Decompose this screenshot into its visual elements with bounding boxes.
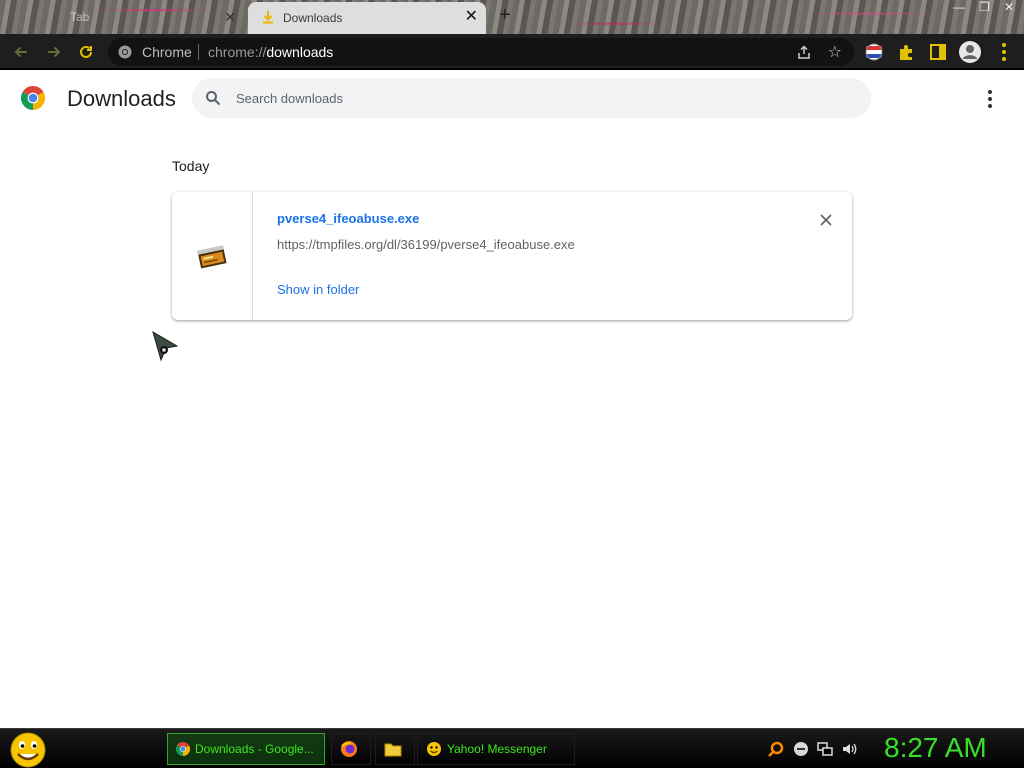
- tab-inactive[interactable]: Tab ✕: [10, 3, 246, 31]
- exe-file-icon: [197, 245, 227, 269]
- downloads-header: Downloads: [0, 70, 1024, 130]
- tab-strip: Tab ✕ Downloads ✕ + — ❐ ✕: [0, 0, 1024, 34]
- yahoo-messenger-icon: [427, 742, 441, 756]
- profile-avatar-icon[interactable]: [958, 40, 982, 64]
- dot-icon: [988, 97, 992, 101]
- address-bar[interactable]: Chrome chrome://downloads ☆: [108, 38, 854, 66]
- extensions-puzzle-icon[interactable]: [896, 42, 916, 62]
- share-icon[interactable]: [796, 44, 812, 60]
- search-tray-icon[interactable]: [768, 741, 784, 757]
- site-chip: Chrome: [142, 44, 192, 60]
- file-source-url: https://tmpfiles.org/dl/36199/pverse4_if…: [277, 237, 575, 252]
- arrow-left-icon: [14, 46, 27, 58]
- tab-close-icon[interactable]: ✕: [465, 8, 478, 26]
- network-tray-icon[interactable]: [817, 741, 833, 757]
- close-window-icon[interactable]: ✕: [1004, 0, 1014, 16]
- window-controls: — ❐ ✕: [953, 0, 1014, 16]
- bookmark-star-icon[interactable]: ☆: [828, 42, 842, 62]
- chrome-icon: [118, 45, 132, 59]
- new-tab-button[interactable]: +: [499, 5, 511, 25]
- firefox-icon: [341, 741, 357, 757]
- page-title: Downloads: [67, 86, 176, 111]
- remove-download-button[interactable]: [816, 210, 836, 230]
- file-name-link[interactable]: pverse4_ifeoabuse.exe: [277, 211, 419, 226]
- taskbar-item-chrome[interactable]: Downloads - Google...: [167, 733, 325, 765]
- download-item-card: pverse4_ifeoabuse.exe https://tmpfiles.o…: [172, 192, 852, 320]
- reload-icon: [80, 45, 92, 58]
- show-in-folder-link[interactable]: Show in folder: [277, 282, 359, 297]
- restore-icon[interactable]: ❐: [979, 0, 990, 16]
- dot-icon: [988, 90, 992, 94]
- tab-downloads[interactable]: Downloads ✕: [248, 2, 486, 34]
- arrow-right-icon: [48, 46, 61, 58]
- search-icon: [206, 91, 221, 106]
- back-button[interactable]: [11, 42, 31, 62]
- status-tray-icon[interactable]: [793, 741, 809, 757]
- taskbar-item-label: Downloads - Google...: [195, 742, 314, 756]
- volume-tray-icon[interactable]: [841, 741, 857, 757]
- minimize-icon[interactable]: —: [953, 0, 965, 16]
- omnibox-divider: [198, 44, 199, 60]
- search-input[interactable]: [236, 87, 836, 109]
- taskbar-item-yahoo-messenger[interactable]: Yahoo! Messenger: [417, 733, 575, 765]
- chrome-logo-icon: [21, 86, 45, 110]
- taskbar-clock[interactable]: 8:27 AM: [884, 732, 987, 764]
- download-icon: [263, 11, 273, 24]
- tab-title: Downloads: [283, 11, 343, 25]
- side-panel-icon[interactable]: [928, 42, 948, 62]
- date-section-label: Today: [172, 158, 210, 174]
- taskbar-item-explorer[interactable]: [375, 733, 415, 765]
- close-icon: [820, 214, 832, 226]
- reload-button[interactable]: [76, 42, 96, 62]
- tab-label: Tab: [70, 10, 90, 24]
- smiley-start-icon[interactable]: [8, 731, 48, 768]
- chrome-icon: [176, 742, 190, 756]
- taskbar-item-firefox[interactable]: [331, 733, 371, 765]
- mouse-cursor-icon: [152, 330, 179, 362]
- dot-icon: [988, 104, 992, 108]
- search-box[interactable]: [192, 78, 871, 118]
- profile-flag-icon[interactable]: [864, 42, 884, 62]
- taskbar: Downloads - Google... Yahoo! Messenger 8…: [0, 728, 1024, 768]
- browser-toolbar: Chrome chrome://downloads ☆: [0, 34, 1024, 70]
- tab-close-icon[interactable]: ✕: [224, 9, 236, 26]
- folder-icon: [384, 743, 402, 757]
- file-icon-column: [172, 192, 253, 320]
- browser-menu-button[interactable]: [994, 42, 1014, 62]
- more-actions-button[interactable]: [980, 88, 1000, 108]
- taskbar-item-label: Yahoo! Messenger: [447, 742, 547, 756]
- downloads-page: Downloads Today: [0, 70, 1024, 728]
- url-text[interactable]: chrome://downloads: [208, 44, 333, 60]
- forward-button[interactable]: [44, 42, 64, 62]
